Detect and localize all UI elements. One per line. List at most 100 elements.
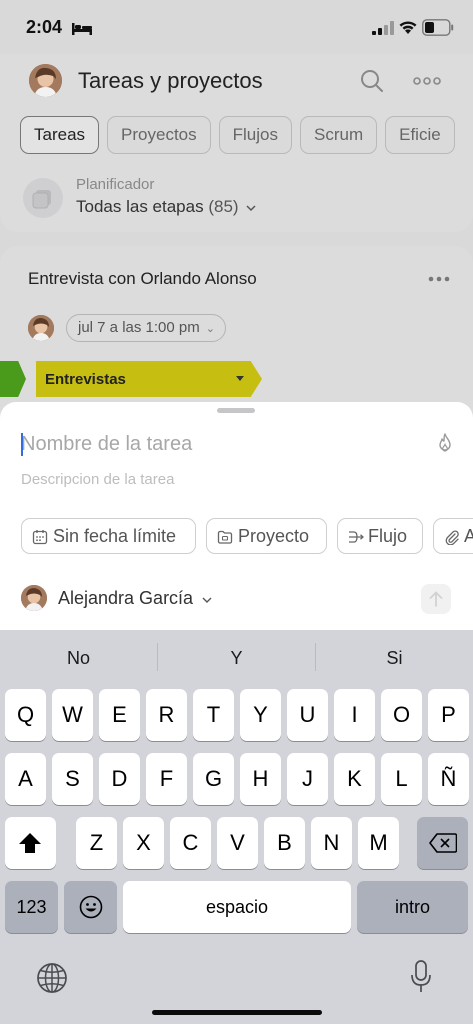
key-b[interactable]: B <box>264 817 305 869</box>
chevron-down-icon <box>246 205 256 212</box>
shift-key[interactable] <box>5 817 56 869</box>
backspace-key[interactable] <box>417 817 468 869</box>
key-enye[interactable]: Ñ <box>428 753 469 805</box>
key-c[interactable]: C <box>170 817 211 869</box>
microphone-icon[interactable] <box>410 960 432 994</box>
paperclip-icon <box>445 530 459 545</box>
stage-filter-count: (85) <box>208 197 239 216</box>
key-e[interactable]: E <box>99 689 140 741</box>
task-name-input[interactable] <box>21 430 421 458</box>
globe-icon[interactable] <box>36 962 68 994</box>
tab-proyectos[interactable]: Proyectos <box>107 116 211 154</box>
new-task-sheet: Sin fecha límite Proyecto Flujo A <box>0 402 473 630</box>
home-indicator[interactable] <box>152 1010 322 1015</box>
attachment-chip-label: A <box>464 526 473 546</box>
folder-icon <box>217 530 233 544</box>
suggestion-bar: No Y Si <box>0 630 473 686</box>
assignee-selector[interactable]: Alejandra García <box>58 588 213 609</box>
project-chip-label: Proyecto <box>238 526 310 546</box>
flow-icon <box>349 531 364 543</box>
task-card-title: Entrevista con Orlando Alonso <box>28 269 257 288</box>
backspace-icon <box>429 833 457 853</box>
tab-flujos[interactable]: Flujos <box>218 116 292 154</box>
space-key[interactable]: espacio <box>123 881 351 933</box>
key-m[interactable]: M <box>358 817 399 869</box>
chevron-down-icon <box>202 597 212 603</box>
app-header: Tareas y proyectos Tareas Proyectos Flujos… <box>0 54 473 232</box>
suggestion-3[interactable]: Si <box>316 648 473 669</box>
suggestion-2[interactable]: Y <box>158 648 315 669</box>
deadline-pill[interactable]: jul 7 a las 1:00 pm ⌄ <box>66 314 226 342</box>
key-i[interactable]: I <box>334 689 375 741</box>
planner-label: Planificador <box>76 176 155 193</box>
battery-icon <box>422 19 454 36</box>
key-v[interactable]: V <box>217 817 258 869</box>
key-y[interactable]: Y <box>240 689 281 741</box>
flame-icon[interactable] <box>437 433 453 453</box>
assignee-name: Alejandra García <box>58 588 194 608</box>
chevron-down-icon: ⌄ <box>205 323 215 335</box>
wifi-icon <box>399 21 417 34</box>
tab-bar: Tareas Proyectos Flujos Scrum Eficie <box>20 116 473 156</box>
sheet-grabber[interactable] <box>217 408 255 413</box>
key-j[interactable]: J <box>287 753 328 805</box>
emoji-icon <box>79 895 103 919</box>
tab-tareas[interactable]: Tareas <box>20 116 100 154</box>
key-t[interactable]: T <box>193 689 234 741</box>
deadline-chip[interactable]: Sin fecha límite <box>21 518 196 554</box>
deadline-text: jul 7 a las 1:00 pm <box>78 319 200 336</box>
caret-down-icon <box>236 376 244 381</box>
task-description-input[interactable] <box>21 468 441 490</box>
key-w[interactable]: W <box>52 689 93 741</box>
numbers-key[interactable]: 123 <box>5 881 58 933</box>
stage-filter-value: Todas las etapas <box>76 197 204 216</box>
key-l[interactable]: L <box>381 753 422 805</box>
deadline-chip-label: Sin fecha límite <box>53 526 177 546</box>
previous-stage-arrow <box>0 361 26 397</box>
attachment-chip[interactable]: A <box>433 518 473 554</box>
key-u[interactable]: U <box>287 689 328 741</box>
user-avatar[interactable] <box>29 64 62 97</box>
suggestion-1[interactable]: No <box>0 648 157 669</box>
status-bar: 2:04 <box>0 0 473 54</box>
key-r[interactable]: R <box>146 689 187 741</box>
emoji-key[interactable] <box>64 881 117 933</box>
calendar-icon <box>32 530 48 545</box>
key-z[interactable]: Z <box>76 817 117 869</box>
key-o[interactable]: O <box>381 689 422 741</box>
shift-icon <box>19 833 41 853</box>
assignee-avatar <box>21 585 47 611</box>
text-cursor <box>21 433 23 456</box>
bed-icon <box>72 23 92 35</box>
key-d[interactable]: D <box>99 753 140 805</box>
return-key[interactable]: intro <box>357 881 468 933</box>
key-s[interactable]: S <box>52 753 93 805</box>
planner-icon <box>23 178 63 218</box>
key-k[interactable]: K <box>334 753 375 805</box>
stage-label: Entrevistas <box>45 371 126 388</box>
arrow-up-icon <box>429 591 443 607</box>
stage-filter-dropdown[interactable]: Todas las etapas (85) <box>76 197 257 217</box>
key-n[interactable]: N <box>311 817 352 869</box>
key-h[interactable]: H <box>240 753 281 805</box>
tab-eficiencia[interactable]: Eficie <box>385 116 455 154</box>
more-icon[interactable] <box>413 77 441 85</box>
background-app: 2:04 Tareas y proyectos Tareas Proyectos… <box>0 0 473 416</box>
key-a[interactable]: A <box>5 753 46 805</box>
project-chip[interactable]: Proyecto <box>206 518 327 554</box>
task-card[interactable]: Entrevista con Orlando Alonso jul 7 a la… <box>0 246 473 416</box>
keyboard: No Y Si Q W E R T Y U I O P A S D F G H … <box>0 630 473 1024</box>
key-f[interactable]: F <box>146 753 187 805</box>
tab-scrum[interactable]: Scrum <box>299 116 378 154</box>
send-button[interactable] <box>421 584 451 614</box>
flow-chip-label: Flujo <box>368 526 408 546</box>
more-icon[interactable] <box>428 276 450 282</box>
search-icon[interactable] <box>359 68 385 94</box>
key-p[interactable]: P <box>428 689 469 741</box>
signal-icon <box>372 21 394 35</box>
key-q[interactable]: Q <box>5 689 46 741</box>
flow-chip[interactable]: Flujo <box>337 518 423 554</box>
responsible-avatar <box>28 315 54 341</box>
key-g[interactable]: G <box>193 753 234 805</box>
key-x[interactable]: X <box>123 817 164 869</box>
